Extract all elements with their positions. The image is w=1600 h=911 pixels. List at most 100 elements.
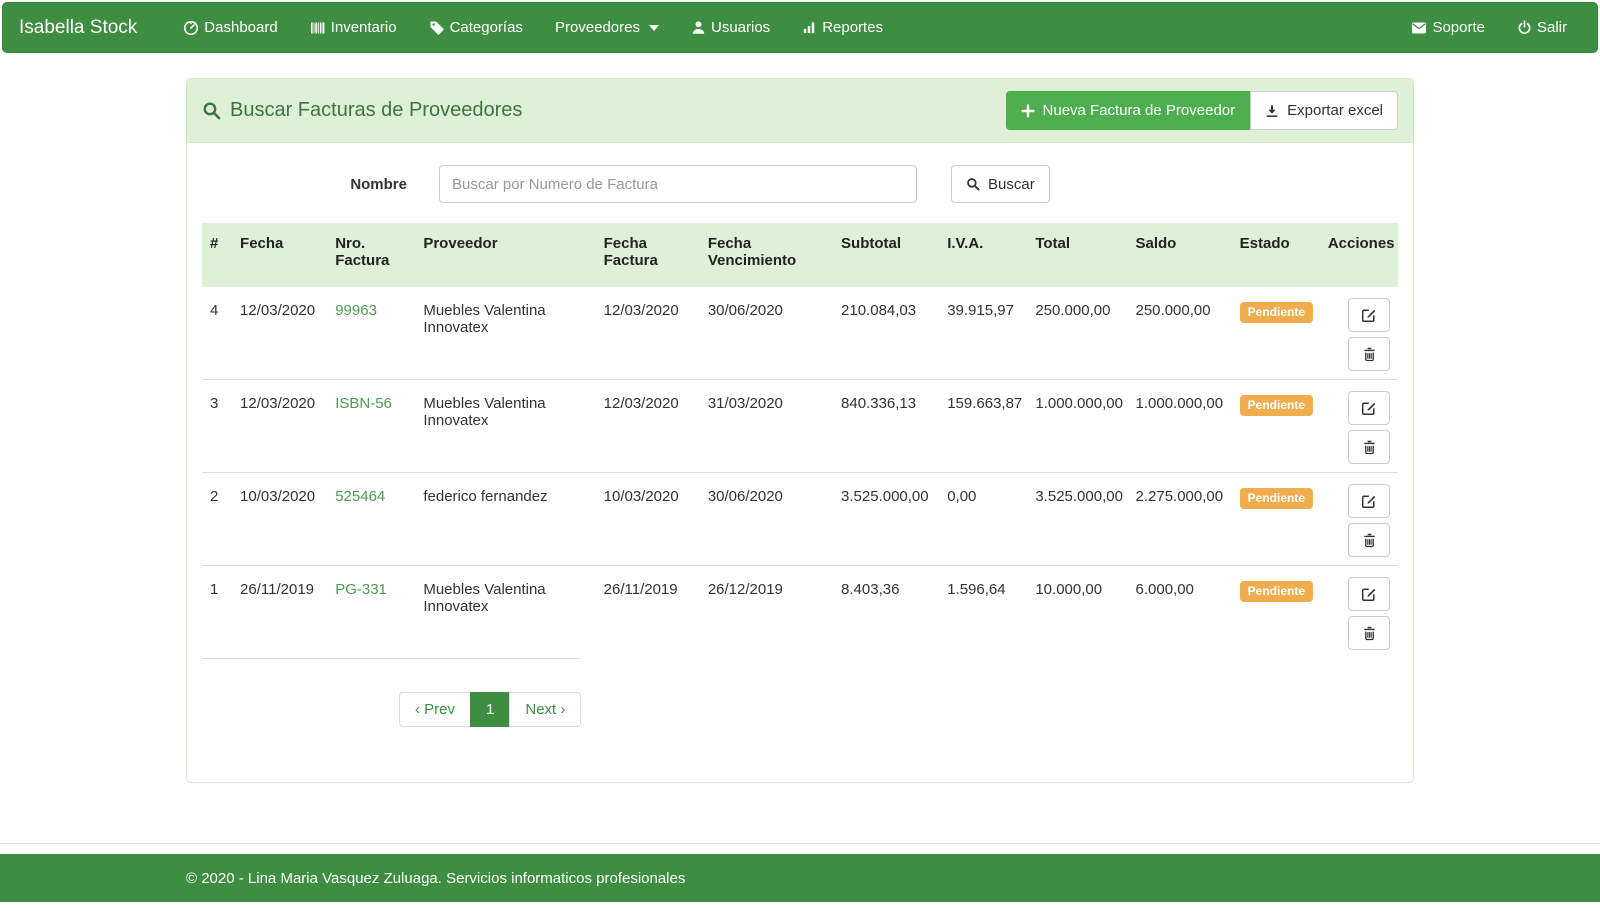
status-badge: Pendiente (1240, 488, 1313, 508)
cell-fecha_factura: 12/03/2020 (596, 380, 700, 473)
table-row: 126/11/2019PG-331Muebles Valentina Innov… (202, 566, 1398, 659)
cell-total: 1.000.000,00 (1027, 380, 1127, 473)
cell-estado: Pendiente (1232, 473, 1320, 566)
edit-icon (1361, 586, 1377, 602)
nav-item-reportes[interactable]: Reportes (786, 3, 899, 52)
cell-fecha_vencimiento: 30/06/2020 (700, 473, 833, 566)
delete-button[interactable] (1348, 337, 1390, 371)
edit-button[interactable] (1348, 391, 1390, 425)
invoice-number-link[interactable]: PG-331 (335, 581, 387, 598)
column-header: Acciones (1320, 223, 1398, 287)
cell-fecha_vencimiento: 31/03/2020 (700, 380, 833, 473)
cell-acciones (1320, 287, 1398, 380)
column-header: Fecha Factura (596, 223, 700, 287)
search-input[interactable] (439, 165, 917, 203)
cell-iva: 0,00 (939, 473, 1027, 566)
cell-subtotal: 8.403,36 (833, 566, 939, 659)
cell-acciones (1320, 566, 1398, 659)
cell-nro_factura: 99963 (327, 287, 415, 380)
cell-saldo: 2.275.000,00 (1128, 473, 1232, 566)
footer: © 2020 - Lina Maria Vasquez Zuluaga. Ser… (0, 854, 1600, 902)
cell-acciones (1320, 473, 1398, 566)
new-invoice-button[interactable]: Nueva Factura de Proveedor (1006, 91, 1251, 130)
status-badge: Pendiente (1240, 395, 1313, 415)
export-excel-button[interactable]: Exportar excel (1250, 91, 1398, 130)
cell-proveedor: Muebles Valentina Innovatex (415, 380, 595, 473)
edit-icon (1361, 493, 1377, 509)
pagination-page-1[interactable]: 1 (470, 692, 510, 727)
panel-body: Nombre Buscar #FechaNro. FacturaProveedo… (187, 143, 1413, 782)
cell-proveedor: Muebles Valentina Innovatex (415, 566, 595, 659)
cell-total: 250.000,00 (1027, 287, 1127, 380)
plus-icon (1021, 104, 1035, 118)
heading-buttons: Nueva Factura de Proveedor Exportar exce… (1006, 91, 1398, 130)
edit-icon (1361, 307, 1377, 323)
nav-item-inventario[interactable]: Inventario (294, 3, 413, 52)
pagination-prev[interactable]: ‹ Prev (399, 692, 471, 727)
cell-nro_factura: ISBN-56 (327, 380, 415, 473)
trash-icon (1362, 347, 1377, 362)
table-bottom-rule (202, 658, 580, 659)
delete-button[interactable] (1348, 430, 1390, 464)
cell-saldo: 6.000,00 (1128, 566, 1232, 659)
column-header: Proveedor (415, 223, 595, 287)
edit-icon (1361, 400, 1377, 416)
trash-icon (1362, 626, 1377, 641)
nav-item-salir[interactable]: Salir (1501, 19, 1583, 36)
dashboard-icon (183, 20, 199, 36)
search-button[interactable]: Buscar (951, 165, 1050, 203)
bar-chart-icon (802, 20, 817, 35)
nav-item-categorias[interactable]: Categorías (413, 3, 539, 52)
cell-saldo: 250.000,00 (1128, 287, 1232, 380)
column-header: Total (1027, 223, 1127, 287)
pagination-next[interactable]: Next › (509, 692, 581, 727)
nav-item-soporte[interactable]: Soporte (1395, 19, 1501, 36)
invoice-number-link[interactable]: 99963 (335, 302, 377, 319)
barcode-icon (310, 20, 326, 36)
delete-button[interactable] (1348, 616, 1390, 650)
nav-item-proveedores-dropdown[interactable]: Proveedores (539, 3, 675, 52)
search-label: Nombre (202, 176, 407, 193)
cell-fecha: 12/03/2020 (232, 287, 327, 380)
cell-total: 3.525.000,00 (1027, 473, 1127, 566)
edit-button[interactable] (1348, 577, 1390, 611)
main-container: Buscar Facturas de Proveedores Nueva Fac… (186, 78, 1414, 783)
nav-item-usuarios[interactable]: Usuarios (675, 3, 786, 52)
search-icon (966, 177, 980, 191)
cell-subtotal: 3.525.000,00 (833, 473, 939, 566)
table-header: #FechaNro. FacturaProveedorFecha Factura… (202, 223, 1398, 287)
cell-num: 2 (202, 473, 232, 566)
invoices-table: #FechaNro. FacturaProveedorFecha Factura… (202, 223, 1398, 658)
search-icon (202, 101, 221, 120)
navbar: Isabella Stock Dashboard Inventario Cate… (2, 2, 1598, 53)
search-form: Nombre Buscar (202, 165, 1398, 203)
cell-num: 4 (202, 287, 232, 380)
nav-item-dashboard[interactable]: Dashboard (167, 3, 293, 52)
row-actions (1328, 298, 1390, 371)
nav-menu: Dashboard Inventario Categorías Proveedo… (167, 3, 899, 52)
column-header: Nro. Factura (327, 223, 415, 287)
invoice-number-link[interactable]: 525464 (335, 488, 385, 505)
caret-down-icon (649, 25, 659, 31)
page-title: Buscar Facturas de Proveedores (202, 99, 522, 122)
panel-heading: Buscar Facturas de Proveedores Nueva Fac… (187, 79, 1413, 143)
cell-fecha_vencimiento: 26/12/2019 (700, 566, 833, 659)
cell-acciones (1320, 380, 1398, 473)
footer-text: © 2020 - Lina Maria Vasquez Zuluaga. Ser… (186, 870, 1414, 887)
edit-button[interactable] (1348, 484, 1390, 518)
edit-button[interactable] (1348, 298, 1390, 332)
invoice-number-link[interactable]: ISBN-56 (335, 395, 392, 412)
tag-icon (429, 20, 445, 36)
brand-link[interactable]: Isabella Stock (3, 17, 153, 39)
cell-fecha: 12/03/2020 (232, 380, 327, 473)
cell-iva: 159.663,87 (939, 380, 1027, 473)
user-icon (691, 20, 706, 35)
table-row: 210/03/2020525464federico fernandez10/03… (202, 473, 1398, 566)
cell-estado: Pendiente (1232, 380, 1320, 473)
pagination: ‹ Prev 1 Next › (399, 692, 581, 727)
column-header: Subtotal (833, 223, 939, 287)
cell-num: 3 (202, 380, 232, 473)
delete-button[interactable] (1348, 523, 1390, 557)
download-icon (1265, 104, 1279, 118)
cell-iva: 39.915,97 (939, 287, 1027, 380)
